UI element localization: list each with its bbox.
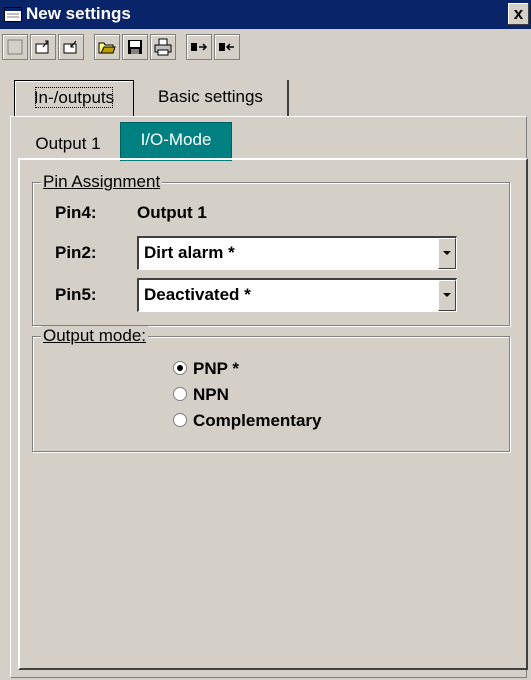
write-device-button[interactable]	[214, 34, 240, 60]
pin2-label: Pin2:	[55, 243, 97, 262]
output-mode-title: Output mode:	[41, 326, 149, 346]
chevron-down-icon	[443, 293, 451, 297]
settings-window: New settings x In-/outputs Basic setting…	[0, 0, 531, 680]
new-icon	[7, 39, 23, 55]
radio-npn[interactable]: NPN	[173, 385, 229, 405]
tab-output-1[interactable]: Output 1	[18, 128, 118, 160]
pin-assignment-title: Pin Assignment	[41, 172, 163, 192]
tab-in-outputs[interactable]: In-/outputs	[14, 80, 134, 116]
radio-complementary-label: Complementary	[193, 411, 322, 430]
radio-pnp-label: PNP *	[193, 359, 239, 378]
output-mode-group: Output mode: PNP * NPN Complementary	[32, 326, 510, 452]
radio-npn-label: NPN	[193, 385, 229, 404]
pin5-dropdown-button[interactable]	[438, 280, 456, 311]
new-button[interactable]	[2, 34, 28, 60]
pin5-label: Pin5:	[55, 285, 97, 304]
pin2-select-value: Dirt alarm *	[144, 243, 235, 262]
radio-complementary[interactable]: Complementary	[173, 411, 321, 431]
radio-pnp-button[interactable]	[173, 361, 187, 375]
title-bar[interactable]: New settings x	[0, 0, 531, 29]
radio-complementary-button[interactable]	[173, 413, 187, 427]
pin2-select[interactable]: Dirt alarm *	[137, 236, 457, 270]
pin-assignment-group: Pin Assignment Pin4: Output 1 Pin2: Dirt…	[32, 172, 510, 326]
save-button[interactable]	[122, 34, 148, 60]
pin2-dropdown-button[interactable]	[438, 238, 456, 269]
upload-icon	[35, 40, 49, 54]
toolbar	[0, 30, 531, 68]
radio-npn-button[interactable]	[173, 387, 187, 401]
upload-button[interactable]	[30, 34, 56, 60]
download-button[interactable]	[58, 34, 84, 60]
io-mode-panel: Pin Assignment Pin4: Output 1 Pin2: Dirt…	[18, 158, 528, 670]
tab-basic-settings[interactable]: Basic settings	[134, 80, 289, 116]
sub-tabs: Output 1 I/O-Mode	[18, 122, 518, 161]
pin5-select[interactable]: Deactivated *	[137, 278, 457, 312]
main-tabs: In-/outputs Basic settings	[0, 80, 531, 116]
open-icon	[98, 42, 116, 54]
open-button[interactable]	[94, 34, 120, 60]
print-button[interactable]	[150, 34, 176, 60]
download-icon	[63, 40, 77, 54]
print-icon	[154, 38, 172, 56]
read-device-icon	[191, 43, 208, 51]
chevron-down-icon	[443, 251, 451, 255]
radio-pnp[interactable]: PNP *	[173, 359, 239, 379]
pin5-select-value: Deactivated *	[144, 285, 251, 304]
close-button[interactable]: x	[508, 3, 529, 25]
pin4-value: Output 1	[137, 203, 207, 222]
tab-io-mode[interactable]: I/O-Mode	[120, 122, 232, 161]
tab-basic-settings-label: Basic settings	[158, 87, 263, 106]
window-icon	[4, 7, 22, 22]
window-title: New settings	[26, 4, 131, 23]
read-device-button[interactable]	[186, 34, 212, 60]
save-icon	[128, 40, 142, 54]
pin4-label: Pin4:	[55, 203, 97, 222]
tab-in-outputs-label: In-/outputs	[33, 87, 115, 108]
write-device-icon	[219, 43, 234, 51]
